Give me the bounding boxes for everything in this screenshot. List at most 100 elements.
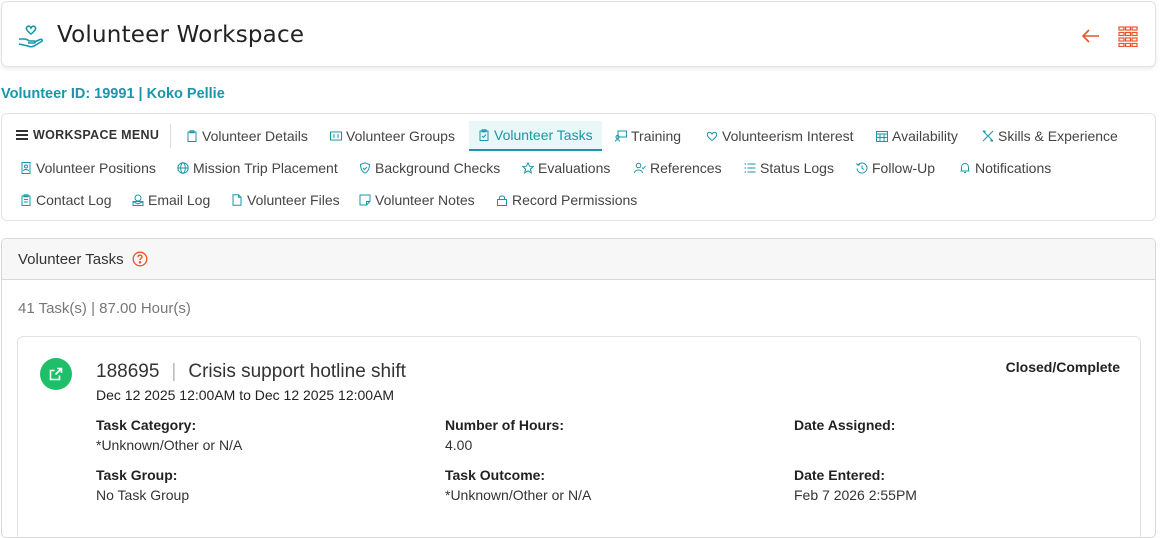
menu-item-label: Volunteer Positions [36, 160, 156, 176]
shield-check-icon [359, 162, 371, 174]
hand-heart-icon [18, 25, 44, 48]
menu-item-label: Volunteer Tasks [494, 127, 593, 143]
menu-item-background-checks[interactable]: Background Checks [359, 157, 500, 179]
menu-item-label: Background Checks [375, 160, 501, 176]
menu-item-label: Volunteer Notes [375, 192, 475, 208]
hamburger-icon [16, 130, 28, 140]
menu-item-label: Volunteer Files [247, 192, 340, 208]
menu-item-mission-trip-placement[interactable]: Mission Trip Placement [177, 157, 338, 179]
field-value: 4.00 [445, 437, 473, 453]
page-title: Volunteer Workspace [57, 22, 305, 48]
email-icon [132, 194, 144, 206]
menu-item-label: Status Logs [760, 160, 834, 176]
menu-item-volunteer-tasks[interactable]: Volunteer Tasks [469, 121, 602, 151]
tools-icon [982, 130, 994, 142]
menu-item-follow-up[interactable]: Follow-Up [856, 157, 935, 179]
menu-item-volunteer-files[interactable]: Volunteer Files [231, 189, 340, 211]
calendar-icon [876, 131, 888, 142]
menu-item-record-permissions[interactable]: Record Permissions [496, 189, 637, 211]
field-label: Date Entered: [794, 467, 886, 483]
menu-item-label: Record Permissions [512, 192, 638, 208]
menu-item-label: Notifications [975, 160, 1052, 176]
menu-item-status-logs[interactable]: Status Logs [744, 157, 834, 179]
panel-title: Volunteer Tasks [18, 250, 124, 268]
field-date-entered: Date Entered: Feb 7 2026 2:55PM [794, 467, 917, 503]
menu-item-evaluations[interactable]: Evaluations [522, 157, 610, 179]
file-icon [232, 194, 242, 206]
menu-item-training[interactable]: Training [615, 125, 681, 147]
field-label: Task Group: [96, 467, 178, 483]
external-link-icon [49, 367, 63, 381]
task-status: Closed/Complete [1005, 359, 1120, 375]
arrow-left-icon[interactable] [1080, 25, 1102, 47]
field-number-of-hours: Number of Hours: 4.00 [445, 417, 564, 453]
workspace-menu: WORKSPACE MENU Volunteer Details Volunte… [1, 113, 1156, 221]
menu-item-label: Volunteer Groups [346, 128, 455, 144]
heart-icon [706, 131, 718, 142]
open-task-button[interactable] [40, 358, 72, 390]
task-heading-separator: | [171, 361, 177, 382]
field-task-group: Task Group: No Task Group [96, 467, 189, 503]
task-summary: 41 Task(s) | 87.00 Hour(s) [18, 300, 191, 317]
menu-item-label: Volunteer Details [202, 128, 308, 144]
menu-item-label: Mission Trip Placement [193, 160, 338, 176]
clipboard-icon [187, 130, 197, 142]
star-icon [522, 162, 534, 174]
workspace-menu-text: WORKSPACE MENU [33, 128, 160, 142]
menu-item-label: Email Log [148, 192, 211, 208]
field-label: Task Category: [96, 417, 197, 433]
task-date-range: Dec 12 2025 12:00AM to Dec 12 2025 12:00… [96, 387, 395, 403]
menu-item-label: Availability [892, 128, 958, 144]
field-value: *Unknown/Other or N/A [96, 437, 243, 453]
menu-item-skills-experience[interactable]: Skills & Experience [982, 125, 1118, 147]
menu-item-volunteer-groups[interactable]: Volunteer Groups [330, 125, 455, 147]
help-circle-icon[interactable] [132, 251, 148, 267]
task-name: Crisis support hotline shift [188, 361, 406, 382]
field-value: Feb 7 2026 2:55PM [794, 487, 917, 503]
menu-item-label: Training [631, 128, 682, 144]
badge-icon [21, 162, 31, 174]
id-card-icon [330, 131, 342, 141]
field-task-outcome: Task Outcome: *Unknown/Other or N/A [445, 467, 591, 503]
field-date-assigned: Date Assigned: [794, 417, 895, 437]
grid-menu-icon[interactable] [1118, 25, 1138, 47]
bell-icon [960, 162, 970, 173]
volunteer-tasks-panel: Volunteer Tasks 41 Task(s) | 87.00 Hour(… [1, 238, 1156, 538]
history-icon [856, 162, 868, 174]
user-check-icon [634, 162, 646, 174]
menu-item-notifications[interactable]: Notifications [959, 157, 1051, 179]
field-label: Task Outcome: [445, 467, 546, 483]
globe-icon [177, 162, 189, 174]
menu-item-label: Evaluations [538, 160, 611, 176]
menu-item-label: Follow-Up [872, 160, 936, 176]
menu-item-availability[interactable]: Availability [876, 125, 958, 147]
menu-item-email-log[interactable]: Email Log [132, 189, 210, 211]
field-value: *Unknown/Other or N/A [445, 487, 592, 503]
workspace-menu-label: WORKSPACE MENU [16, 128, 159, 142]
task-heading: 188695 | Crisis support hotline shift [96, 361, 406, 383]
menu-item-volunteer-notes[interactable]: Volunteer Notes [359, 189, 475, 211]
clipboard-check-icon [479, 129, 489, 141]
field-label: Number of Hours: [445, 417, 564, 433]
field-label: Date Assigned: [794, 417, 896, 433]
volunteer-id-line: Volunteer ID: 19991 | Koko Pellie [1, 86, 225, 102]
menu-item-label: Skills & Experience [998, 128, 1118, 144]
menu-item-label: References [650, 160, 722, 176]
list-icon [744, 163, 756, 173]
note-icon [359, 194, 371, 206]
menu-item-contact-log[interactable]: Contact Log [20, 189, 112, 211]
field-task-category: Task Category: *Unknown/Other or N/A [96, 417, 242, 453]
menu-item-references[interactable]: References [634, 157, 722, 179]
panel-header: Volunteer Tasks [2, 239, 1155, 280]
menu-divider [170, 124, 171, 148]
task-card: 188695 | Crisis support hotline shift De… [17, 336, 1141, 537]
menu-item-label: Volunteerism Interest [722, 128, 854, 144]
workspace-header: Volunteer Workspace [1, 1, 1156, 67]
task-id: 188695 [96, 361, 160, 382]
menu-item-volunteer-positions[interactable]: Volunteer Positions [20, 157, 156, 179]
menu-item-volunteer-details[interactable]: Volunteer Details [186, 125, 308, 147]
clipboard-list-icon [21, 194, 31, 206]
menu-item-label: Contact Log [36, 192, 112, 208]
presentation-icon [615, 130, 627, 142]
menu-item-volunteerism-interest[interactable]: Volunteerism Interest [706, 125, 854, 147]
